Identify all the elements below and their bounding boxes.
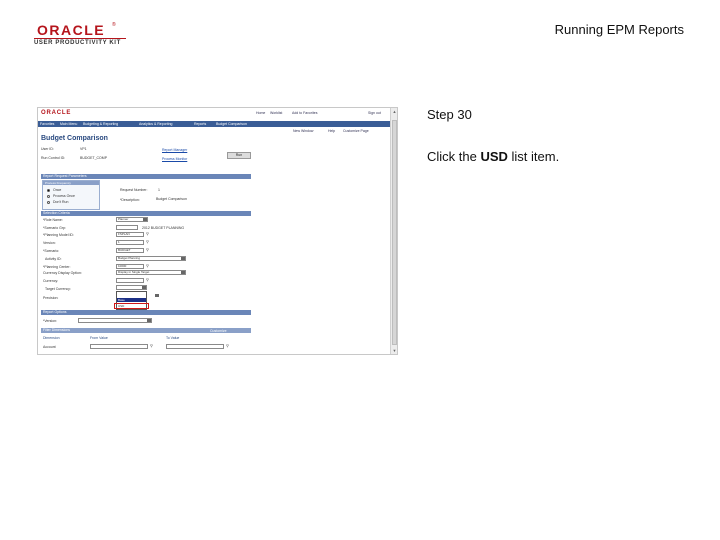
planning-center-label: *Planning Center: bbox=[43, 265, 71, 269]
scroll-up-icon[interactable]: ▲ bbox=[392, 109, 397, 114]
menu-budgeting[interactable]: Budgeting & Reporting bbox=[83, 122, 118, 126]
version-label: Version: bbox=[43, 241, 56, 245]
help-link[interactable]: Help bbox=[328, 129, 335, 133]
report-version-select[interactable] bbox=[78, 318, 152, 323]
planning-model-lookup-icon[interactable]: ⚲ bbox=[146, 232, 150, 236]
activity-label: Activity ID: bbox=[45, 257, 62, 261]
logo-rule bbox=[34, 38, 126, 39]
report-manager-link[interactable]: Report Manager bbox=[162, 148, 187, 152]
currency-input[interactable] bbox=[116, 278, 144, 283]
logo-subtitle: USER PRODUCTIVITY KIT bbox=[34, 40, 121, 46]
radio-dont-run[interactable] bbox=[47, 201, 50, 204]
oracle-upk-logo: ORACLE ® USER PRODUCTIVITY KIT bbox=[34, 22, 126, 48]
top-link-sign-out[interactable]: Sign out bbox=[368, 111, 381, 115]
planning-model-input[interactable]: FSPLAN bbox=[116, 232, 144, 237]
request-number-label: Request Number: bbox=[120, 188, 148, 192]
menu-favorites[interactable]: Favorites bbox=[40, 122, 54, 126]
document-title: Running EPM Reports bbox=[554, 22, 684, 37]
column-from-value: From Value bbox=[90, 336, 108, 340]
run-control-value: BUDGET_COMP bbox=[80, 156, 108, 160]
currency-lookup-icon[interactable]: ⚲ bbox=[146, 278, 150, 282]
process-frequency-header: Process Frequency bbox=[43, 181, 99, 185]
version-input[interactable]: 1 bbox=[116, 240, 144, 245]
radio-once-label: Once bbox=[53, 188, 62, 192]
role-select[interactable]: Planner bbox=[116, 217, 148, 222]
scenario-lookup-icon[interactable]: ⚲ bbox=[146, 248, 150, 252]
new-window-link[interactable]: New Window bbox=[293, 129, 313, 133]
logo-trademark: ® bbox=[112, 22, 116, 28]
account-to-input[interactable] bbox=[166, 344, 224, 349]
description-label: *Description: bbox=[120, 198, 140, 202]
currency-option-select[interactable]: Display in Single Target bbox=[116, 270, 186, 275]
report-version-label: *Version: bbox=[43, 319, 58, 323]
customize-page-link[interactable]: Customize Page bbox=[343, 129, 369, 133]
planning-center-lookup-icon[interactable]: ⚲ bbox=[146, 264, 150, 268]
menu-main[interactable]: Main Menu bbox=[60, 122, 77, 126]
scroll-thumb[interactable] bbox=[392, 120, 397, 345]
radio-once[interactable] bbox=[47, 189, 50, 192]
precision-dropdown-icon[interactable] bbox=[155, 294, 159, 297]
currency-label: Currency: bbox=[43, 279, 59, 283]
account-from-input[interactable] bbox=[90, 344, 148, 349]
scenario-label: *Scenario: bbox=[43, 249, 60, 253]
scenario-grp-label: *Scenario Grp: bbox=[43, 226, 66, 230]
row-account: Account bbox=[43, 345, 56, 349]
application-screenshot: ORACLE Home Worklist Add to Favorites Si… bbox=[37, 107, 398, 355]
usd-option-highlight-box bbox=[114, 303, 149, 309]
account-from-lookup-icon[interactable]: ⚲ bbox=[150, 344, 154, 348]
step-title: Step 30 bbox=[427, 107, 472, 122]
column-to-value: To Value bbox=[166, 336, 180, 340]
request-number-value: 1 bbox=[158, 188, 160, 192]
dropdown-option-blank[interactable] bbox=[117, 293, 146, 297]
process-monitor-link[interactable]: Process Monitor bbox=[162, 157, 187, 161]
report-options-section: Report Options bbox=[41, 310, 251, 315]
planning-center-input[interactable]: 10000 bbox=[116, 264, 144, 269]
run-control-label: Run Control ID: bbox=[41, 156, 66, 160]
app-logo: ORACLE bbox=[41, 110, 72, 116]
top-link-worklist[interactable]: Worklist bbox=[270, 111, 282, 115]
logo-oracle-text: ORACLE bbox=[37, 22, 106, 38]
app-header bbox=[38, 108, 390, 120]
user-id-label: User ID: bbox=[41, 147, 54, 151]
instruction-suffix: list item. bbox=[507, 149, 560, 164]
role-label: *Role Name: bbox=[43, 218, 63, 222]
step-instruction: Click the USD list item. bbox=[427, 149, 559, 164]
selection-criteria-section: Selection Criteria bbox=[41, 211, 251, 216]
instruction-target: USD bbox=[480, 149, 508, 164]
scenario-grp-description: 2012 BUDGET PLANNING bbox=[142, 226, 185, 230]
menu-reports[interactable]: Reports bbox=[194, 122, 206, 126]
run-button[interactable]: Run bbox=[227, 152, 251, 159]
precision-label: Precision: bbox=[43, 296, 59, 300]
top-link-add-favorites[interactable]: Add to Favorites bbox=[292, 111, 317, 115]
top-link-home[interactable]: Home bbox=[256, 111, 265, 115]
activity-select[interactable]: Budget Planning bbox=[116, 256, 186, 261]
planning-model-label: *Planning Model ID: bbox=[43, 233, 74, 237]
instruction-prefix: Click the bbox=[427, 149, 481, 164]
account-to-lookup-icon[interactable]: ⚲ bbox=[226, 344, 230, 348]
report-request-section: Report Request Parameters bbox=[41, 174, 251, 179]
customize-link[interactable]: Customize bbox=[210, 329, 227, 333]
vertical-scrollbar[interactable]: ▲ ▼ bbox=[390, 108, 397, 354]
currency-option-label: Currency Display Option: bbox=[43, 271, 82, 275]
scenario-grp-input[interactable] bbox=[116, 225, 138, 230]
scroll-down-icon[interactable]: ▼ bbox=[392, 348, 397, 353]
scenario-input[interactable]: BUDGET bbox=[116, 248, 144, 253]
target-currency-label: Target Currency: bbox=[45, 287, 71, 291]
version-lookup-icon[interactable]: ⚲ bbox=[146, 240, 150, 244]
description-value: Budget Comparison bbox=[156, 197, 187, 201]
radio-dont-run-label: Don't Run bbox=[53, 200, 69, 204]
column-dimension: Dimension bbox=[43, 336, 60, 340]
radio-process-once[interactable] bbox=[47, 195, 50, 198]
menu-analytics[interactable]: Analytics & Reporting bbox=[139, 122, 172, 126]
radio-process-once-label: Process Once bbox=[53, 194, 75, 198]
page-title: Budget Comparison bbox=[41, 135, 108, 142]
target-currency-select[interactable] bbox=[116, 285, 147, 290]
menu-budget-comparison[interactable]: Budget Comparison bbox=[216, 122, 247, 126]
dropdown-option-base[interactable]: Base bbox=[117, 298, 146, 302]
user-id-value: VP1 bbox=[80, 147, 87, 151]
